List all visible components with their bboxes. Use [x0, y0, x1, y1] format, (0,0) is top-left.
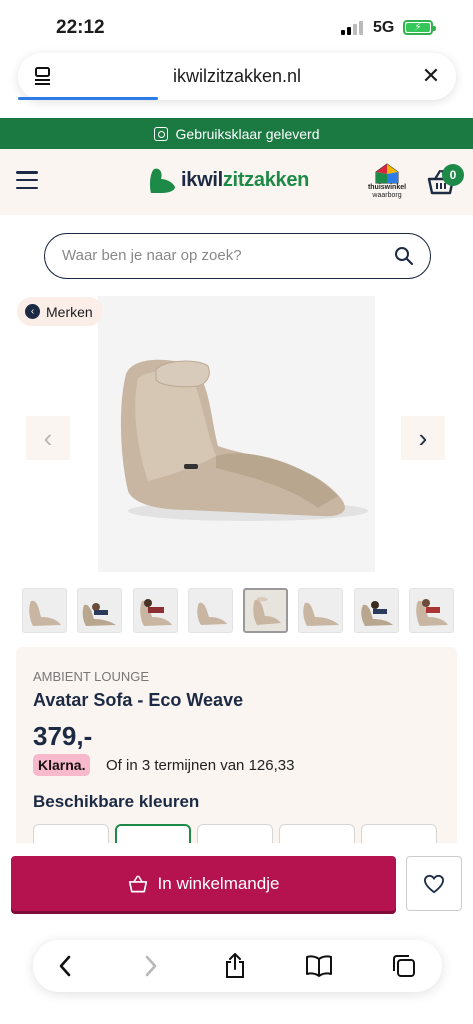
battery-icon: ⚡: [403, 20, 436, 35]
klarna-installments-text: Of in 3 termijnen van 126,33: [106, 757, 295, 774]
previous-image-button[interactable]: ‹: [26, 416, 70, 460]
logo-text: ikwilzitzakken: [181, 168, 310, 191]
basket-icon: [128, 875, 147, 892]
menu-icon[interactable]: [16, 171, 38, 189]
thumbnail[interactable]: [22, 588, 67, 633]
product-brand[interactable]: AMBIENT LOUNGE: [33, 669, 149, 684]
chevron-left-icon: ‹: [25, 304, 40, 319]
thuiswinkel-badge[interactable]: thuiswinkel waarborg: [364, 162, 410, 200]
next-image-button[interactable]: ›: [401, 416, 445, 460]
forward-icon[interactable]: [137, 952, 165, 980]
heart-icon: [423, 874, 445, 893]
product-image[interactable]: [98, 296, 375, 572]
product-title: Avatar Sofa - Eco Weave: [33, 690, 244, 710]
breadcrumb-label: Merken: [46, 303, 93, 320]
available-colors-heading: Beschikbare kleuren: [33, 792, 200, 811]
thumbnail[interactable]: [408, 588, 454, 633]
beanbag-logo-icon: [150, 168, 175, 193]
url-bar[interactable]: ikwilzitzakken.nl ✕: [18, 53, 456, 100]
thumbnail[interactable]: [187, 588, 233, 633]
thumbnail-strip: [22, 588, 454, 633]
thumbnail[interactable]: [132, 588, 178, 633]
back-icon[interactable]: [51, 952, 79, 980]
network-label: 5G: [373, 19, 395, 36]
site-header: ikwilzitzakken thuiswinkel waarborg: [0, 149, 473, 215]
gift-icon: [153, 126, 168, 141]
cart-count-badge: 0: [442, 164, 464, 186]
browser-toolbar: [33, 940, 442, 992]
search-icon[interactable]: [394, 246, 414, 266]
klarna-logo: Klarna.: [33, 754, 91, 776]
share-icon[interactable]: [221, 952, 249, 980]
close-icon[interactable]: ✕: [418, 63, 444, 89]
bookmarks-icon[interactable]: [305, 952, 333, 980]
product-price: 379,-: [33, 721, 93, 751]
thuiswinkel-label: thuiswinkel: [367, 184, 407, 191]
search-bar[interactable]: [44, 233, 431, 279]
house-icon: [375, 163, 399, 184]
waarborg-label: waarborg: [372, 192, 402, 199]
status-time: 22:12: [56, 17, 105, 38]
thumbnail[interactable]: [77, 588, 123, 633]
site-logo[interactable]: ikwilzitzakken: [148, 165, 309, 195]
favorite-button[interactable]: [406, 856, 462, 911]
sticky-action-bar: In winkelmandje: [0, 843, 473, 923]
thumbnail-selected[interactable]: [243, 588, 289, 633]
beanbag-chair-illustration: [120, 359, 368, 521]
thumbnail[interactable]: [298, 588, 344, 633]
status-bar: 22:12 5G ⚡: [0, 0, 473, 52]
banner-text: Gebruiksklaar geleverd: [175, 125, 320, 142]
promo-banner: Gebruiksklaar geleverd: [0, 118, 473, 149]
add-to-cart-button[interactable]: In winkelmandje: [11, 856, 396, 911]
tabs-icon[interactable]: [390, 952, 418, 980]
thumbnail[interactable]: [353, 588, 399, 633]
breadcrumb-back[interactable]: ‹ Merken: [17, 297, 103, 326]
search-input[interactable]: [62, 247, 382, 264]
signal-icon: [341, 21, 363, 35]
page-load-progress: [18, 97, 158, 100]
url-text[interactable]: ikwilzitzakken.nl: [18, 66, 456, 87]
add-to-cart-label: In winkelmandje: [157, 873, 280, 893]
